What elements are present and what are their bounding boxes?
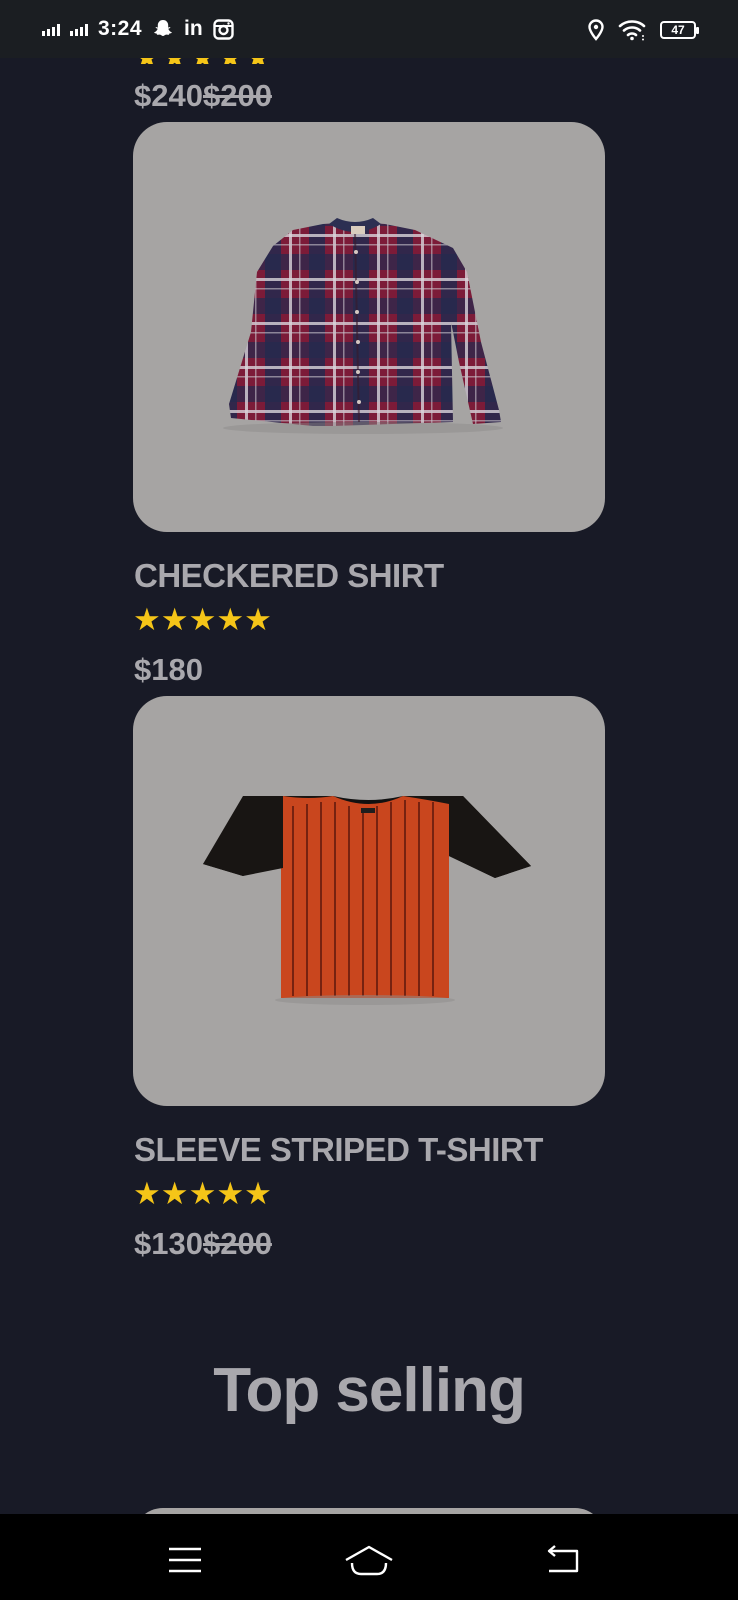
section-heading-top-selling: Top selling: [213, 1356, 526, 1425]
signal-icon: [70, 22, 88, 36]
price-original: $200: [202, 78, 272, 113]
product-image-checkered-shirt: [223, 218, 503, 434]
price-current: $180: [134, 652, 203, 687]
status-time: 3:24: [98, 17, 143, 40]
back-icon: [547, 1545, 579, 1573]
snapchat-icon: [152, 18, 174, 40]
instagram-icon: [213, 18, 234, 40]
product-image-sleeve-striped-t-shirt: [203, 796, 531, 1005]
product-price: $130$200: [134, 1228, 272, 1259]
home-icon: [345, 1545, 393, 1576]
price-original: $200: [202, 1226, 272, 1261]
battery-icon: 47: [660, 21, 699, 39]
back-button[interactable]: [533, 1540, 593, 1580]
home-button[interactable]: [339, 1540, 399, 1580]
linkedin-icon: in: [184, 17, 203, 40]
menu-icon: [169, 1547, 201, 1573]
status-bar: 3:24 in 47: [0, 0, 738, 58]
rating-stars: ★★★★★: [133, 58, 272, 64]
rating-stars: ★★★★★: [133, 602, 272, 637]
status-left: 3:24 in: [42, 14, 234, 44]
product-card-checkered-shirt[interactable]: [133, 122, 605, 532]
battery-level: 47: [671, 23, 685, 37]
signal-icon: [42, 22, 60, 36]
wifi-icon: [618, 19, 646, 41]
product-name[interactable]: CHECKERED SHIRT: [134, 559, 444, 592]
price-current: $240: [134, 78, 203, 113]
product-price: $240$200: [134, 80, 272, 111]
system-nav-bar: [0, 1514, 738, 1600]
location-icon: [588, 19, 604, 41]
price-current: $130: [134, 1226, 203, 1261]
product-price: $180: [134, 654, 203, 685]
product-name[interactable]: SLEEVE STRIPED T-SHIRT: [134, 1133, 543, 1166]
rating-stars: ★★★★★: [133, 1176, 272, 1211]
status-right: 47: [588, 16, 699, 44]
menu-button[interactable]: [155, 1540, 215, 1580]
product-card-sleeve-striped-t-shirt[interactable]: [133, 696, 605, 1106]
product-list[interactable]: ★★★★★ $240$200: [0, 58, 738, 1514]
